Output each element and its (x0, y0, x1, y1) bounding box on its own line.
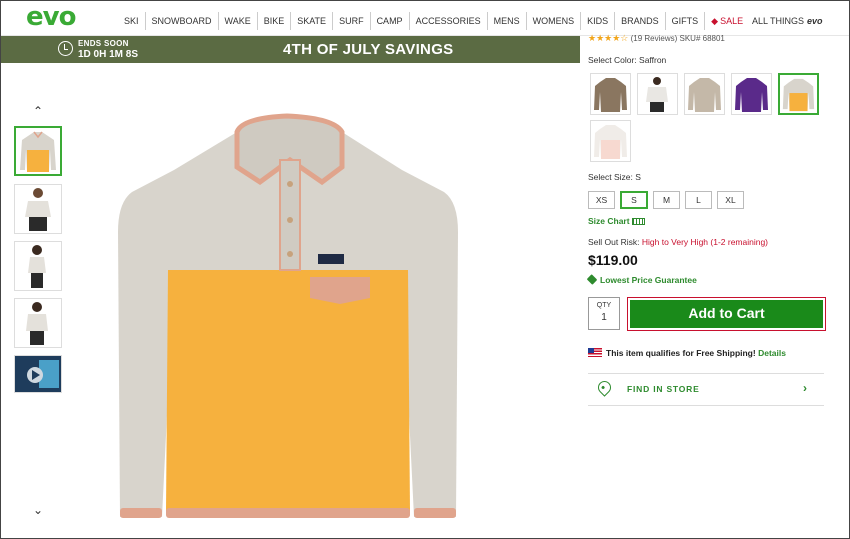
chevron-up-icon[interactable]: ⌃ (33, 104, 43, 118)
color-swatch-model-white[interactable] (637, 73, 678, 115)
quantity-input[interactable]: QTY 1 (588, 297, 620, 330)
nav-item-snowboard[interactable]: SNOWBOARD (144, 12, 218, 30)
taupe-pullover-image (688, 78, 721, 112)
price-tag-icon (586, 274, 598, 285)
nav-item-skate[interactable]: SKATE (290, 12, 332, 30)
color-swatch-taupe[interactable] (684, 73, 725, 115)
pullover-front-thumb-image (20, 131, 56, 172)
all-things-label: ALL THINGS (752, 16, 805, 26)
select-color-label: Select Color: Saffron (588, 55, 667, 65)
divider (588, 405, 824, 406)
nav-item-gifts[interactable]: GIFTS (664, 12, 705, 30)
size-chart-link[interactable]: Size Chart (588, 216, 645, 226)
site-header: evo SKI SNOWBOARD WAKE BIKE SKATE SURF C… (0, 0, 850, 36)
select-size-label: Select Size: S (588, 172, 641, 182)
lowest-price-label: Lowest Price Guarantee (600, 275, 697, 285)
size-l-button[interactable]: L (685, 191, 712, 209)
size-chart-label: Size Chart (588, 216, 630, 226)
purple-pullover-image (735, 78, 768, 112)
sale-label: SALE (720, 16, 744, 26)
size-s-button[interactable]: S (620, 191, 648, 209)
thumbnail-video[interactable] (14, 355, 62, 393)
find-in-store-button[interactable]: FIND IN STORE (627, 384, 700, 394)
add-to-cart-label: Add to Cart (630, 300, 823, 328)
shipping-details-link[interactable]: Details (758, 348, 786, 358)
color-swatch-brown[interactable] (590, 73, 631, 115)
free-shipping-notice: This item qualifies for Free Shipping! D… (588, 348, 786, 358)
thumbnail-model-front[interactable] (14, 184, 62, 234)
nav-item-accessories[interactable]: ACCESSORIES (408, 12, 487, 30)
saffron-pullover-image (782, 78, 815, 112)
sku-label: SKU# 68801 (679, 34, 725, 43)
size-xl-button[interactable]: XL (717, 191, 744, 209)
lowest-price-guarantee-link[interactable]: Lowest Price Guarantee (586, 274, 697, 285)
sell-out-risk-value: High to Very High (1-2 remaining) (641, 237, 769, 247)
chevron-down-icon[interactable]: ⌄ (33, 503, 43, 517)
color-swatch-purple[interactable] (731, 73, 772, 115)
white-pink-pullover-image (594, 125, 627, 159)
evo-logo[interactable]: evo (26, 2, 76, 32)
nav-item-womens[interactable]: WOMENS (525, 12, 581, 30)
sale-tag-icon: ◆ (711, 16, 719, 26)
model-side-thumb-image (28, 245, 46, 288)
chevron-right-icon[interactable]: › (803, 381, 807, 395)
nav-item-wake[interactable]: WAKE (217, 12, 257, 30)
add-to-cart-button[interactable]: Add to Cart (627, 297, 826, 331)
sell-out-risk: Sell Out Risk: High to Very High (1-2 re… (588, 237, 768, 247)
brown-pullover-image (594, 78, 627, 112)
pullover-main-image (118, 113, 458, 518)
thumbnail-model-side[interactable] (14, 241, 62, 291)
us-flag-icon (588, 348, 602, 357)
product-rating: ★★★★☆ (19 Reviews) SKU# 68801 (588, 33, 725, 44)
location-pin-icon (595, 378, 614, 397)
countdown-timer: 1D 0H 1M 8S (78, 49, 139, 60)
clock-icon (58, 41, 73, 56)
nav-item-surf[interactable]: SURF (332, 12, 370, 30)
star-rating-icon: ★★★★☆ (588, 33, 629, 43)
sell-out-risk-label: Sell Out Risk: (588, 237, 640, 247)
quantity-label: QTY (596, 302, 612, 309)
thumbnail-model-back[interactable] (14, 298, 62, 348)
main-product-image[interactable] (112, 112, 472, 527)
model-white-pullover-image (646, 77, 668, 112)
main-nav: SKI SNOWBOARD WAKE BIKE SKATE SURF CAMP … (118, 12, 749, 30)
nav-item-ski[interactable]: SKI (118, 12, 145, 30)
video-thumb-image (15, 356, 61, 392)
quantity-value[interactable]: 1 (589, 312, 619, 323)
nav-item-kids[interactable]: KIDS (580, 12, 614, 30)
size-xs-button[interactable]: XS (588, 191, 615, 209)
color-swatch-saffron[interactable] (778, 73, 819, 115)
free-shipping-text: This item qualifies for Free Shipping! (606, 348, 756, 358)
nav-item-mens[interactable]: MENS (486, 12, 526, 30)
divider (588, 373, 824, 374)
color-swatch-white-pink[interactable] (590, 120, 631, 162)
nav-item-sale[interactable]: ◆ SALE (704, 12, 749, 30)
nav-item-camp[interactable]: CAMP (369, 12, 409, 30)
all-things-evo-link[interactable]: ALL THINGS evo (752, 12, 823, 30)
evo-small-logo: evo (807, 16, 823, 26)
thumbnail-front[interactable] (14, 126, 62, 176)
model-front-thumb-image (25, 188, 51, 231)
model-back-thumb-image (26, 302, 48, 345)
ruler-icon (631, 218, 645, 226)
promo-banner[interactable]: ENDS SOON 1D 0H 1M 8S 4TH OF JULY SAVING… (0, 36, 580, 63)
nav-item-brands[interactable]: BRANDS (614, 12, 665, 30)
size-m-button[interactable]: M (653, 191, 680, 209)
promo-title: 4TH OF JULY SAVINGS (283, 41, 454, 58)
nav-item-bike[interactable]: BIKE (256, 12, 291, 30)
ends-soon-label: ENDS SOON (78, 39, 129, 48)
product-price: $119.00 (588, 252, 638, 268)
reviews-link[interactable]: (19 Reviews) (631, 34, 678, 43)
